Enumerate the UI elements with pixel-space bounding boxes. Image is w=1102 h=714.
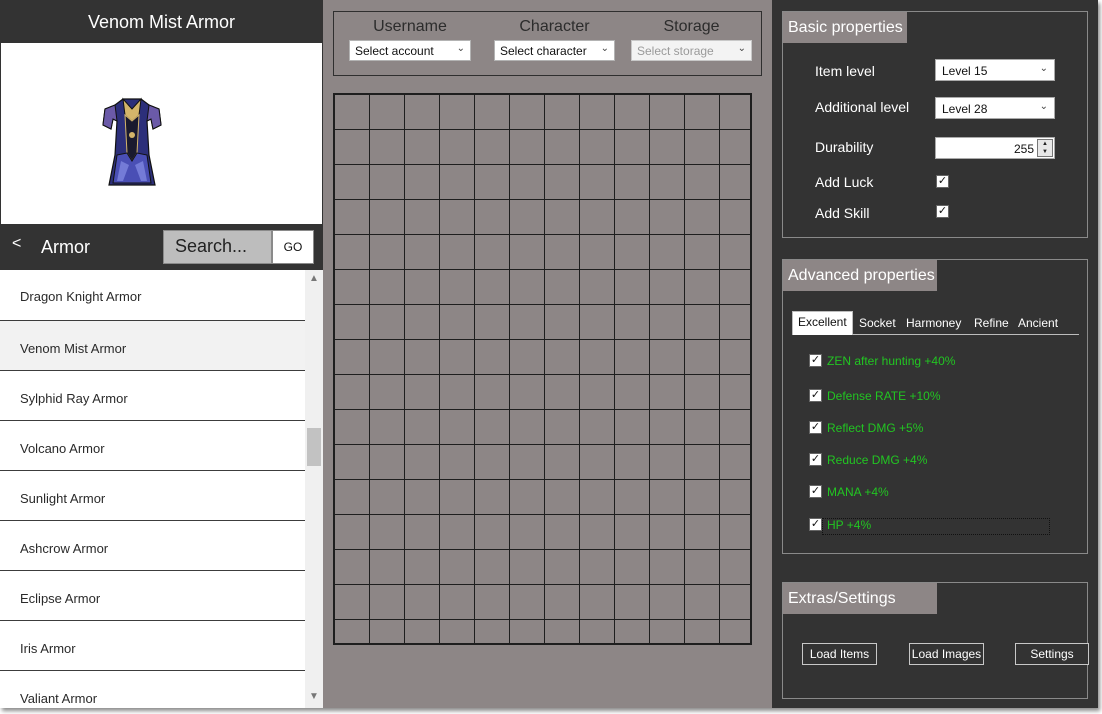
inventory-grid[interactable] (333, 93, 752, 645)
advanced-properties-box: Advanced properties Excellent Socket Har… (782, 259, 1088, 554)
back-button[interactable]: < (12, 235, 21, 253)
scroll-down-icon[interactable]: ▼ (309, 691, 319, 702)
option-checkbox[interactable]: ✓ (809, 421, 822, 434)
character-group: Character Select character ⌄ (494, 18, 615, 61)
option-label: ZEN after hunting +40% (827, 354, 956, 368)
basic-properties-box: Basic properties Item level Level 15 ⌄ A… (782, 11, 1088, 238)
list-item[interactable]: Dragon Knight Armor (0, 270, 305, 321)
durability-stepper[interactable]: 255 ▲ ▼ (935, 137, 1055, 159)
item-level-label: Item level (815, 63, 875, 79)
chevron-down-icon: ⌄ (600, 43, 609, 54)
selected-item-title: Venom Mist Armor (0, 0, 323, 43)
durability-value: 255 (1013, 142, 1034, 156)
durability-label: Durability (815, 139, 874, 155)
option-label: Reduce DMG +4% (827, 453, 928, 467)
tab-harmoney[interactable]: Harmoney (906, 316, 961, 330)
load-items-button[interactable]: Load Items (802, 643, 877, 665)
app-window: Venom Mist Armor < Armor Search... GO Dr… (0, 0, 1098, 708)
extras-settings-box: Extras/Settings Load Items Load Images S… (782, 582, 1089, 699)
chevron-down-icon: ⌄ (456, 43, 465, 54)
item-list: Dragon Knight Armor Venom Mist Armor Syl… (0, 270, 305, 708)
option-label: Defense RATE +10% (827, 389, 941, 403)
character-select-value: Select character (500, 44, 587, 58)
settings-button[interactable]: Settings (1015, 643, 1089, 665)
list-item[interactable]: Volcano Armor (0, 421, 305, 471)
storage-select-value: Select storage (637, 44, 714, 58)
character-select[interactable]: Select character ⌄ (494, 40, 615, 61)
tab-excellent[interactable]: Excellent (792, 311, 853, 335)
item-browser-panel: Venom Mist Armor < Armor Search... GO Dr… (0, 0, 323, 708)
category-bar: < Armor Search... GO (0, 224, 323, 270)
add-skill-checkbox[interactable]: ✓ (936, 205, 949, 218)
load-images-button[interactable]: Load Images (909, 643, 984, 665)
additional-level-value: Level 28 (942, 102, 988, 116)
spin-arrows-icon[interactable]: ▲ ▼ (1037, 139, 1053, 157)
username-select-value: Select account (355, 44, 434, 58)
option-checkbox[interactable]: ✓ (809, 453, 822, 466)
scroll-thumb[interactable] (307, 428, 321, 466)
list-item[interactable]: Sunlight Armor (0, 471, 305, 521)
additional-level-select[interactable]: Level 28 ⌄ (935, 97, 1055, 119)
character-label: Character (519, 18, 590, 35)
option-checkbox[interactable]: ✓ (809, 518, 822, 531)
properties-panel: Basic properties Item level Level 15 ⌄ A… (772, 0, 1098, 708)
storage-select[interactable]: Select storage ⌄ (631, 40, 752, 61)
username-select[interactable]: Select account ⌄ (349, 40, 471, 61)
extras-settings-title: Extras/Settings (783, 583, 937, 614)
search-input[interactable]: Search... (163, 230, 272, 264)
item-level-value: Level 15 (942, 64, 988, 78)
tab-refine[interactable]: Refine (974, 316, 1009, 330)
item-preview (0, 43, 323, 224)
list-scrollbar[interactable]: ▲ ▼ (305, 270, 323, 708)
scroll-up-icon[interactable]: ▲ (309, 273, 319, 284)
chevron-down-icon: ⌄ (737, 43, 746, 54)
option-label: MANA +4% (827, 485, 889, 499)
additional-level-label: Additional level (815, 99, 910, 115)
option-label: HP +4% (827, 518, 872, 532)
list-item[interactable]: Iris Armor (0, 621, 305, 671)
username-group: Username Select account ⌄ (349, 18, 471, 61)
option-checkbox[interactable]: ✓ (809, 389, 822, 402)
list-item[interactable]: Eclipse Armor (0, 571, 305, 621)
basic-properties-title: Basic properties (783, 12, 907, 43)
chevron-down-icon: ⌄ (1039, 101, 1048, 112)
storage-label: Storage (663, 18, 720, 35)
advanced-properties-title: Advanced properties (783, 260, 937, 291)
list-item[interactable]: Ashcrow Armor (0, 521, 305, 571)
armor-icon (102, 97, 162, 186)
add-luck-label: Add Luck (815, 174, 874, 190)
storage-group: Storage Select storage ⌄ (631, 18, 752, 61)
chevron-down-icon: ⌄ (1039, 63, 1048, 74)
advanced-tabs: Excellent Socket Harmoney Refine Ancient (792, 311, 1079, 335)
list-item[interactable]: Valiant Armor (0, 671, 305, 708)
account-selectors: Username Select account ⌄ Character Sele… (333, 11, 762, 76)
item-level-select[interactable]: Level 15 ⌄ (935, 59, 1055, 81)
add-luck-checkbox[interactable]: ✓ (936, 175, 949, 188)
option-checkbox[interactable]: ✓ (809, 485, 822, 498)
option-label: Reflect DMG +5% (827, 421, 924, 435)
tab-socket[interactable]: Socket (859, 316, 896, 330)
tab-ancient[interactable]: Ancient (1018, 316, 1058, 330)
list-item-selected[interactable]: Venom Mist Armor (0, 321, 305, 371)
category-label: Armor (41, 237, 90, 257)
list-item[interactable]: Sylphid Ray Armor (0, 371, 305, 421)
add-skill-label: Add Skill (815, 205, 870, 221)
go-button[interactable]: GO (272, 230, 314, 264)
username-label: Username (373, 18, 447, 35)
option-checkbox[interactable]: ✓ (809, 354, 822, 367)
